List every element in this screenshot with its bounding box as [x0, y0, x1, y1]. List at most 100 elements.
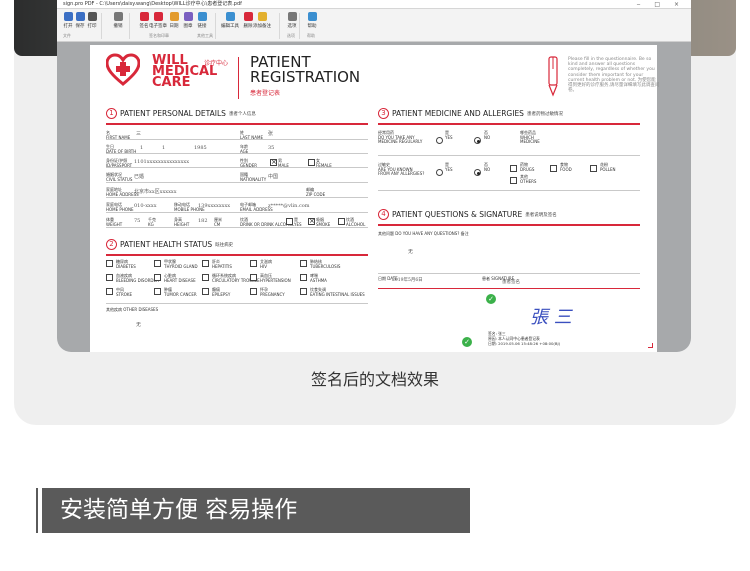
section-title-cn: 既往病史 — [215, 242, 234, 248]
brand-divider — [238, 57, 239, 99]
brand-cn: 诊疗中心 — [204, 60, 229, 67]
toolbar-button-label: 打印 — [87, 24, 97, 29]
allergy-checkbox-1[interactable] — [550, 165, 557, 172]
health-item-label: 哮喘 ASTHMA — [310, 273, 327, 283]
field-line — [106, 182, 368, 183]
allergy-checkbox-2[interactable] — [590, 165, 597, 172]
toolbar-separator — [215, 13, 216, 39]
health-item-label: 高血压 HYPERTENSION — [260, 273, 291, 283]
health-checkbox-7[interactable] — [202, 274, 209, 281]
toolbar-tool-icon — [169, 12, 179, 21]
radio-0[interactable] — [436, 137, 443, 144]
health-item-label: 中风 STROKE — [116, 287, 133, 297]
mobile-value[interactable]: 139xxxxxxxx — [198, 203, 230, 209]
health-checkbox-0[interactable] — [106, 260, 113, 267]
allergy-checkbox-3[interactable] — [510, 177, 517, 184]
pdf-document: WILL MEDICAL CARE 诊疗中心 PATIENT REGISTRAT… — [90, 45, 660, 352]
checkbox-2[interactable] — [286, 218, 293, 225]
toolbar-button-label: 链接 — [197, 24, 207, 29]
toolbar-button-2[interactable]: 打印 — [83, 12, 101, 29]
yes-label: 是 YES — [445, 162, 453, 172]
title-bar: sign.pro PDF - C:\Users\daisy.wang\Deskt… — [57, 0, 691, 9]
pdf-app-window: sign.pro PDF - C:\Users\daisy.wang\Deskt… — [57, 0, 691, 352]
toolbar-tool-icon — [243, 12, 253, 21]
toolbar-button-3[interactable]: 撤销 — [109, 12, 127, 29]
radio-2[interactable] — [436, 169, 443, 176]
email-value[interactable]: z*****@vlin.com — [268, 203, 310, 209]
signature-valid-check-icon[interactable]: ✓ — [462, 337, 472, 347]
id-value[interactable]: 1101xxxxxxxxxxxxxxx — [134, 159, 189, 165]
home-phone-label: 家庭电话 HOME PHONE — [106, 202, 134, 212]
toolbar-tool-icon — [257, 12, 267, 21]
first-name-value[interactable]: 三 — [136, 130, 141, 137]
health-checkbox-8[interactable] — [250, 274, 257, 281]
handwritten-signature[interactable]: 張 三 — [530, 303, 572, 329]
other-diseases-value[interactable]: 无 — [136, 321, 141, 328]
section-title-text: PATIENT PERSONAL DETAILS — [120, 109, 226, 118]
toolbar-group-label: 文件 — [63, 33, 71, 38]
checkbox-3[interactable] — [308, 217, 315, 225]
radio-1[interactable] — [474, 137, 481, 144]
health-checkbox-10[interactable] — [106, 288, 113, 295]
verified-check-icon[interactable]: ✓ — [486, 294, 496, 304]
reg-line-2: REGISTRATION — [250, 68, 361, 86]
section-personal-title: 1 PATIENT PERSONAL DETAILS 患者个人信息 — [106, 108, 256, 119]
checkbox-1[interactable] — [308, 159, 315, 166]
section-health-title: 2 PATIENT HEALTH STATUS 既往病史 — [106, 239, 233, 250]
health-checkbox-5[interactable] — [106, 274, 113, 281]
allergy-checkbox-0[interactable] — [510, 165, 517, 172]
toolbar-separator — [299, 13, 300, 39]
radio-3[interactable] — [474, 169, 481, 176]
health-item-label: 血液疾病 BLEEDING DISORDER — [116, 273, 159, 283]
toolbar-separator — [101, 13, 102, 39]
toolbar-button-9[interactable]: 编辑工具 — [221, 12, 239, 29]
toolbar-button-11[interactable]: 添加备注 — [253, 12, 271, 29]
date-value[interactable]: 2019年5月6日 — [392, 277, 423, 283]
toolbar-button-13[interactable]: 帮助 — [303, 12, 321, 29]
health-checkbox-2[interactable] — [202, 260, 209, 267]
weight-value[interactable]: 75 — [134, 218, 140, 224]
toolbar-tool-icon — [197, 12, 207, 21]
field-line — [106, 167, 368, 168]
nationality-value[interactable]: 中国 — [268, 173, 278, 180]
health-checkbox-9[interactable] — [300, 274, 307, 281]
home-phone-value[interactable]: 010-xxxx — [134, 203, 157, 209]
field-line — [106, 197, 368, 198]
questions-value[interactable]: 无 — [408, 248, 413, 255]
health-checkbox-13[interactable] — [250, 288, 257, 295]
window-controls[interactable]: ‒ □ × — [637, 0, 685, 9]
health-checkbox-4[interactable] — [300, 260, 307, 267]
health-checkbox-1[interactable] — [154, 260, 161, 267]
page-corner-mark — [648, 343, 653, 348]
health-item-label: 艾滋病 HIV — [260, 259, 272, 269]
health-checkbox-12[interactable] — [202, 288, 209, 295]
weight-unit: 千克 KG — [148, 217, 156, 227]
notice-text: Please fill in the questionnaire. Be so … — [568, 57, 660, 94]
age-value[interactable]: 35 — [268, 145, 274, 151]
toolbar-ribbon: 打开 保存 打印 撤销 签名 电子签章 日期 图章 链接 编辑工具 删除 添加备注 选项 帮助 文件 签名和印… — [57, 9, 691, 42]
checkbox-0[interactable] — [270, 158, 277, 166]
dob-day[interactable]: 1 — [140, 145, 143, 151]
dob-year[interactable]: 1985 — [194, 145, 207, 151]
health-item-label: 肝炎 HEPATITIS — [212, 259, 232, 269]
health-checkbox-6[interactable] — [154, 274, 161, 281]
allergy-label: 过敏史 ARE YOU KNOWN FROM ANY ALLERGIES? — [378, 162, 425, 177]
height-value[interactable]: 182 — [198, 218, 208, 224]
field-line — [106, 153, 368, 154]
last-name-value[interactable]: 张 — [268, 130, 273, 137]
civil-status-value[interactable]: 已婚 — [134, 173, 144, 180]
address-value[interactable]: 北京市xx区xxxxxx — [134, 188, 177, 195]
toolbar-tool-icon — [153, 12, 163, 21]
toolbar-button-8[interactable]: 链接 — [193, 12, 211, 29]
health-item-label: 肺结核 TUBERCULOSIS — [310, 259, 341, 269]
health-checkbox-14[interactable] — [300, 288, 307, 295]
health-checkbox-11[interactable] — [154, 288, 161, 295]
nationality-label: 国籍 NATIONALITY — [240, 172, 267, 182]
patient-signature-value: 患者签名 — [502, 280, 520, 285]
checkbox-4[interactable] — [338, 218, 345, 225]
signature-stamp-date: 日期: 2019.05.06 15:48:26 +08:00(BJ) — [488, 341, 561, 346]
section-number: 4 — [378, 209, 389, 220]
dob-month[interactable]: 1 — [162, 145, 165, 151]
toolbar-tool-icon — [287, 12, 297, 21]
health-checkbox-3[interactable] — [250, 260, 257, 267]
